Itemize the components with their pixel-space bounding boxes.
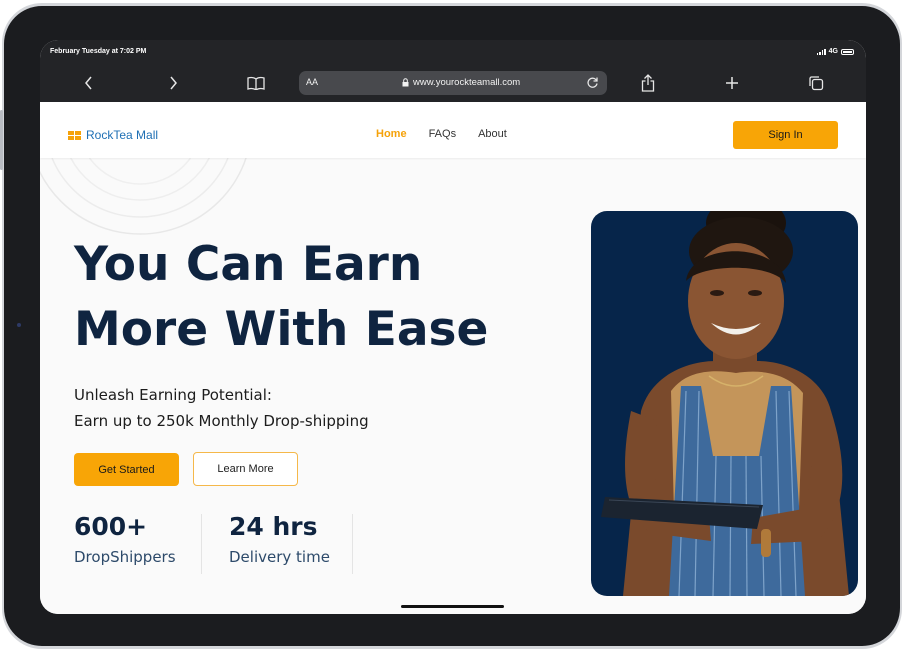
learn-more-button[interactable]: Learn More — [193, 452, 298, 486]
lock-icon — [402, 78, 409, 87]
url-text: www.yourockteamall.com — [413, 77, 521, 88]
stat-label: Delivery time — [229, 548, 330, 566]
hero-subtitle: Unleash Earning Potential: Earn up to 25… — [74, 382, 369, 434]
text-size-button[interactable]: AA — [306, 77, 318, 87]
battery-icon — [841, 48, 854, 55]
share-icon[interactable] — [636, 71, 660, 95]
woman-with-tablet-illustration — [601, 211, 849, 596]
camera-dot — [17, 323, 21, 327]
stat-value: 24 hrs — [229, 512, 318, 541]
stat-divider — [201, 514, 202, 574]
nav-about[interactable]: About — [478, 128, 507, 140]
tabs-icon[interactable] — [804, 71, 828, 95]
main-nav: Home FAQs About — [376, 128, 507, 140]
status-indicators: 4G — [816, 48, 854, 55]
website: RockTea Mall Home FAQs About Sign In You… — [40, 102, 866, 614]
bookmarks-icon[interactable] — [244, 71, 268, 95]
hero-title-line1: You Can Earn — [74, 237, 423, 292]
signal-icon — [816, 48, 826, 55]
nav-faqs[interactable]: FAQs — [429, 128, 457, 140]
brand-logo[interactable]: RockTea Mall — [68, 128, 158, 142]
stat-value: 600+ — [74, 512, 148, 541]
new-tab-icon[interactable] — [720, 71, 744, 95]
status-bar: February Tuesday at 7:02 PM 4G — [40, 40, 866, 64]
device-screen: February Tuesday at 7:02 PM 4G AA www.yo… — [40, 40, 866, 614]
get-started-button[interactable]: Get Started — [74, 453, 179, 486]
nav-home[interactable]: Home — [376, 128, 407, 140]
side-button — [0, 110, 3, 170]
network-label: 4G — [828, 48, 838, 55]
hero-subtitle-line1: Unleash Earning Potential: — [74, 386, 272, 404]
address-bar[interactable]: AA www.yourockteamall.com — [299, 71, 607, 95]
stat-divider — [352, 514, 353, 574]
sign-in-button[interactable]: Sign In — [733, 121, 838, 149]
logo-icon — [68, 130, 81, 140]
back-icon[interactable] — [77, 71, 101, 95]
stat-delivery: 24 hrs Delivery time — [229, 512, 330, 566]
stat-dropshippers: 600+ DropShippers — [74, 512, 176, 566]
home-indicator[interactable] — [401, 605, 504, 608]
brand-name: RockTea Mall — [86, 128, 159, 142]
hero-subtitle-line2: Earn up to 250k Monthly Drop-shipping — [74, 412, 369, 430]
hero-image — [591, 211, 858, 596]
browser-toolbar: AA www.yourockteamall.com — [40, 64, 866, 102]
site-header: RockTea Mall Home FAQs About Sign In — [40, 102, 866, 158]
forward-icon[interactable] — [161, 71, 185, 95]
stat-label: DropShippers — [74, 548, 176, 566]
url-display[interactable]: www.yourockteamall.com — [402, 77, 520, 88]
status-datetime: February Tuesday at 7:02 PM — [50, 48, 147, 55]
reload-icon[interactable] — [586, 76, 599, 92]
hero-title: You Can Earn More With Ease — [74, 232, 488, 362]
hero-title-line2: More With Ease — [74, 302, 489, 357]
